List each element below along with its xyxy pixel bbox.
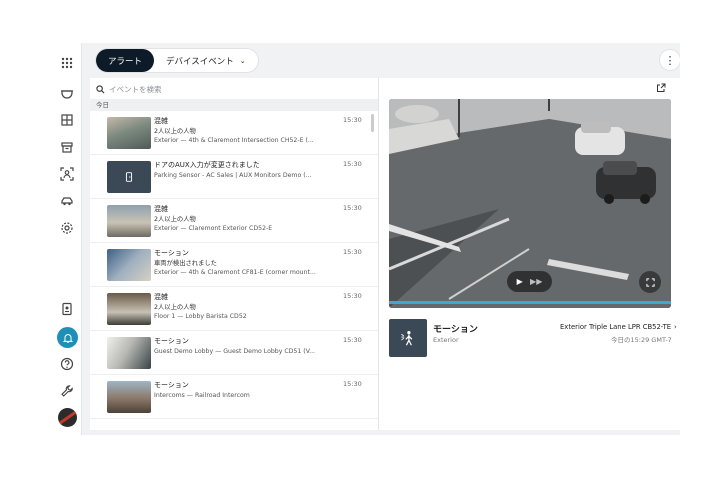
event-time: 15:30 [343,336,362,344]
event-time: 15:30 [343,116,362,124]
event-row[interactable]: 混雑 2人以上の人物 Exterior — Claremont Exterior… [90,199,378,243]
more-options-icon[interactable]: ⋮ [660,50,680,70]
badge-icon[interactable] [57,299,77,319]
event-row[interactable]: モーション Guest Demo Lobby — Guest Demo Lobb… [90,331,378,375]
list-scrollbar[interactable] [371,114,374,132]
event-time: 15:30 [343,248,362,256]
event-location: Exterior — 4th & Claremont CF81-E (corne… [154,269,316,276]
event-row[interactable]: モーション 車両が検出されました Exterior — 4th & Clarem… [90,243,378,287]
event-row[interactable]: ドアのAUX入力が変更されました Parking Sensor - AC Sal… [90,155,378,199]
door-sensor-icon [107,161,151,193]
chevron-down-icon: ⌄ [239,56,246,65]
event-title: モーション [154,381,189,389]
event-row[interactable]: 混雑 2人以上の人物 Floor 1 — Lobby Barista CD52 … [90,287,378,331]
event-title: モーション [154,337,189,345]
event-time: 15:30 [343,204,362,212]
event-thumbnail [107,117,151,149]
event-subtitle: 2人以上の人物 [154,216,196,223]
avatar[interactable] [58,408,77,427]
tab-alerts-label: アラート [108,56,143,67]
tab-device-events-label: デバイスイベント [166,56,234,67]
event-subtitle: 2人以上の人物 [154,304,196,311]
person-scan-icon[interactable] [57,164,77,184]
event-title: ドアのAUX入力が変更されました [154,161,260,169]
help-icon[interactable] [57,354,77,374]
event-title: モーション [154,249,189,257]
detail-title: モーション [433,325,478,335]
event-title: 混雑 [154,293,168,301]
gear-icon[interactable] [57,218,77,238]
event-thumbnail [107,249,151,281]
detail-camera-link[interactable]: Exterior Triple Lane LPR CB52-TE › [560,323,677,331]
app-window: アラート デバイスイベント ⌄ ⋮ イベントを検索 今日 混雑 2人以上の人物 E… [52,43,680,435]
tab-device-events[interactable]: デバイスイベント ⌄ [154,49,258,72]
event-location: Exterior — Claremont Exterior CD52-E [154,225,273,232]
top-tabs: アラート デバイスイベント ⌄ [96,49,258,72]
event-row[interactable]: 混雑 2人以上の人物 Exterior — 4th & Claremont In… [90,111,378,155]
apps-grid-icon[interactable] [57,53,77,73]
event-subtitle: 2人以上の人物 [154,128,196,135]
tab-alerts[interactable]: アラート [96,49,155,72]
search-icon [96,84,105,93]
fullscreen-icon[interactable] [639,271,661,293]
fast-forward-icon[interactable]: ▶▶ [530,277,542,286]
layout-icon[interactable] [57,110,77,130]
event-location: Parking Sensor - AC Sales | AUX Monitors… [154,172,312,179]
event-title: 混雑 [154,117,168,125]
search-bar[interactable]: イベントを検索 [96,82,162,96]
video-progress-bar[interactable] [389,301,671,304]
search-input[interactable]: イベントを検索 [109,84,162,95]
person-motion-icon [389,319,427,357]
playback-controls: ▶ ▶▶ [507,271,552,292]
bell-icon[interactable] [57,327,78,348]
side-rail [52,43,82,435]
event-time: 15:30 [343,160,362,168]
video-player[interactable]: ▶ ▶▶ [389,99,671,308]
share-icon[interactable] [656,83,666,93]
chevron-right-icon: › [674,323,677,331]
event-thumbnail [107,205,151,237]
main-panel: イベントを検索 今日 混雑 2人以上の人物 Exterior — 4th & C… [90,78,680,430]
event-time: 15:30 [343,292,362,300]
vehicle-icon[interactable] [57,191,77,211]
detail-timestamp: 今日の15:29 GMT-7 [611,336,672,344]
panel-divider [378,78,379,430]
event-location: Intercoms — Railroad Intercom [154,392,250,399]
archive-icon[interactable] [57,137,77,157]
detail-camera-name: Exterior Triple Lane LPR CB52-TE [560,323,672,331]
event-list: 混雑 2人以上の人物 Exterior — 4th & Claremont In… [90,111,378,430]
event-location: Guest Demo Lobby — Guest Demo Lobby CD51… [154,348,316,355]
event-subtitle: 車両が検出されました [154,260,217,267]
event-location: Floor 1 — Lobby Barista CD52 [154,313,247,320]
event-title: 混雑 [154,205,168,213]
event-location: Exterior — 4th & Claremont Intersection … [154,137,314,144]
event-thumbnail [107,293,151,325]
detail-subtitle: Exterior [433,336,459,344]
section-header-today: 今日 [90,99,378,111]
event-row[interactable]: モーション Intercoms — Railroad Intercom 15:3… [90,375,378,419]
play-icon[interactable]: ▶ [517,277,523,286]
wrench-icon[interactable] [57,381,77,401]
camera-dome-icon[interactable] [57,83,77,103]
event-time: 15:30 [343,380,362,388]
event-thumbnail [107,337,151,369]
event-thumbnail [107,381,151,413]
